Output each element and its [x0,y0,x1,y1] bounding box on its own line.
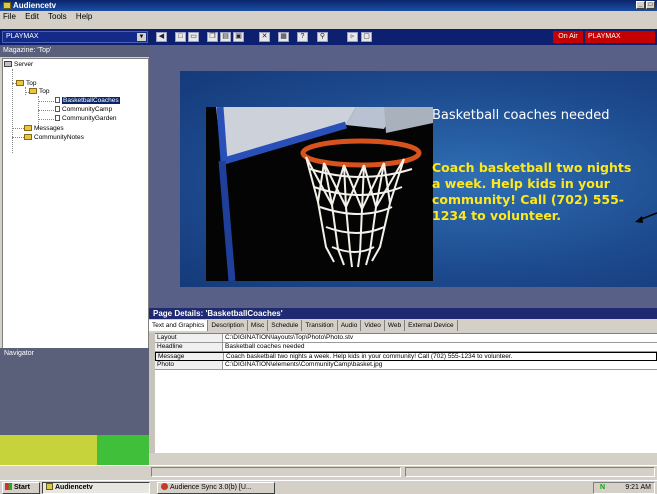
property-key: Photo [155,361,223,369]
properties-grid: Layout C:\DIGINATION\layouts\Top\Photo\P… [155,333,657,453]
playlist-dropdown[interactable]: PLAYMAX ▼ [2,31,148,43]
taskbar-item-audience-sync[interactable]: Audience Sync 3.0(b) [U... [157,482,275,494]
copy-icon[interactable]: ❐ [207,32,218,42]
magazine-header: Magazine: 'Top' [0,45,149,57]
tab-text-and-graphics[interactable]: Text and Graphics [149,320,209,331]
tree-node-top-magazine[interactable]: Top [29,87,49,96]
window-title-bar[interactable]: Audiencetv _ □ [0,0,657,11]
windows-logo-icon [5,483,12,490]
open-icon[interactable]: ▭ [188,32,199,42]
status-bar-left [0,465,149,477]
property-row-message[interactable]: Message Coach basketball two nights a we… [155,352,657,361]
property-value[interactable]: C:\DIGINATION\elements\CommunityCamp\bas… [225,361,651,369]
magazine-icon [29,88,37,94]
start-label: Start [14,484,30,491]
sync-icon [161,483,168,490]
taskbar: Start Audiencetv Audience Sync 3.0(b) [U… [0,480,657,494]
preview-pane: Basketball coaches needed Coach basketba… [149,45,657,308]
magazine-tree[interactable]: Server Top Top BasketballCoaches Communi… [2,58,149,349]
property-row-headline[interactable]: Headline Basketball coaches needed [155,343,657,352]
channel-label[interactable]: PLAYMAX [585,31,655,43]
maximize-button[interactable]: □ [646,1,655,9]
find-icon[interactable]: ⚲ [317,32,328,42]
window-title: Audiencetv [13,1,57,10]
property-value[interactable]: Coach basketball two nights a week. Help… [226,353,650,361]
page-icon [55,106,60,112]
folder-icon [24,134,32,140]
paste-icon[interactable]: ▤ [220,32,231,42]
sidebar: Magazine: 'Top' Server Top Top Basketbal… [0,45,149,465]
menu-edit[interactable]: Edit [25,12,39,21]
tab-audio[interactable]: Audio [338,320,362,331]
clock: 9:21 AM [625,484,651,491]
navigator-green-block[interactable] [97,435,149,465]
status-cell [405,467,655,477]
slide-preview[interactable]: Basketball coaches needed Coach basketba… [180,71,657,287]
new-icon[interactable]: □ [175,32,186,42]
delete-icon[interactable]: ✕ [259,32,270,42]
back-icon[interactable]: ◀ [156,32,167,42]
page-details-panel: Page Details: 'BasketballCoaches' Text a… [149,308,657,465]
app-icon [3,2,11,9]
details-tabs: Text and Graphics Description Misc Sched… [149,320,458,331]
preview-icon[interactable]: ▹ [347,32,358,42]
tree-node-community-notes[interactable]: CommunityNotes [24,133,84,142]
tree-node-page-community-camp[interactable]: CommunityCamp [55,105,112,114]
navigator-panel[interactable] [0,360,149,435]
property-value[interactable]: Basketball coaches needed [225,343,651,351]
property-row-photo[interactable]: Photo C:\DIGINATION\elements\CommunityCa… [155,361,657,370]
tray-n-icon[interactable]: N [600,483,605,493]
folder-icon [16,80,24,86]
property-row-layout[interactable]: Layout C:\DIGINATION\layouts\Top\Photo\P… [155,334,657,343]
slide-message: Coach basketball two nights a week. Help… [432,160,632,223]
chevron-down-icon[interactable]: ▼ [137,33,146,41]
start-button[interactable]: Start [2,482,40,494]
server-icon [4,61,12,67]
on-air-button[interactable]: On Air [553,31,583,43]
tab-transition[interactable]: Transition [302,320,338,331]
help-icon[interactable]: ? [297,32,308,42]
tab-misc[interactable]: Misc [248,320,269,331]
menu-bar: File Edit Tools Help [0,11,657,22]
tab-video[interactable]: Video [361,320,385,331]
tree-node-server[interactable]: Server [4,60,33,69]
taskbar-item-audiencetv[interactable]: Audiencetv [42,482,150,494]
tab-description[interactable]: Description [208,320,248,331]
navigator-yellow-block[interactable] [0,435,97,465]
minimize-button[interactable]: _ [636,1,645,9]
menu-file[interactable]: File [3,12,16,21]
system-tray: N 9:21 AM [593,482,655,494]
tab-web[interactable]: Web [385,320,406,331]
slide-photo [206,107,433,281]
property-value[interactable]: C:\DIGINATION\layouts\Top\Photo\Photo.st… [225,334,651,342]
window-controls: _ □ [636,1,655,9]
page-icon [55,115,60,121]
tab-external-device[interactable]: External Device [405,320,458,331]
window-icon[interactable]: ▣ [233,32,244,42]
tree-node-page-community-garden[interactable]: CommunityGarden [55,114,117,123]
tree-node-page-basketball-coaches[interactable]: BasketballCoaches [55,96,120,105]
property-key: Message [156,353,224,360]
menu-help[interactable]: Help [76,12,92,21]
property-key: Layout [155,334,223,342]
property-key: Headline [155,343,223,351]
page-icon [55,97,60,103]
pointer-arrow-icon [635,212,657,223]
tab-schedule[interactable]: Schedule [268,320,303,331]
playlist-dropdown-value: PLAYMAX [6,33,39,40]
folder-icon [24,125,32,131]
status-bar [149,465,657,477]
tree-node-messages[interactable]: Messages [24,124,64,133]
slide-headline: Basketball coaches needed [432,108,610,123]
toolbar: PLAYMAX ▼ ◀ □ ▭ ❐ ▤ ▣ ✕ ▦ ? ⚲ ▹ ▢ On Air… [0,29,657,45]
display-icon[interactable]: ▢ [361,32,372,42]
properties-icon[interactable]: ▦ [278,32,289,42]
navigator-header: Navigator [0,348,149,360]
basketball-hoop-image [206,107,433,281]
menu-tools[interactable]: Tools [48,12,67,21]
app-icon [46,483,53,490]
status-cell [151,467,401,477]
page-details-title: Page Details: 'BasketballCoaches' [149,308,657,319]
